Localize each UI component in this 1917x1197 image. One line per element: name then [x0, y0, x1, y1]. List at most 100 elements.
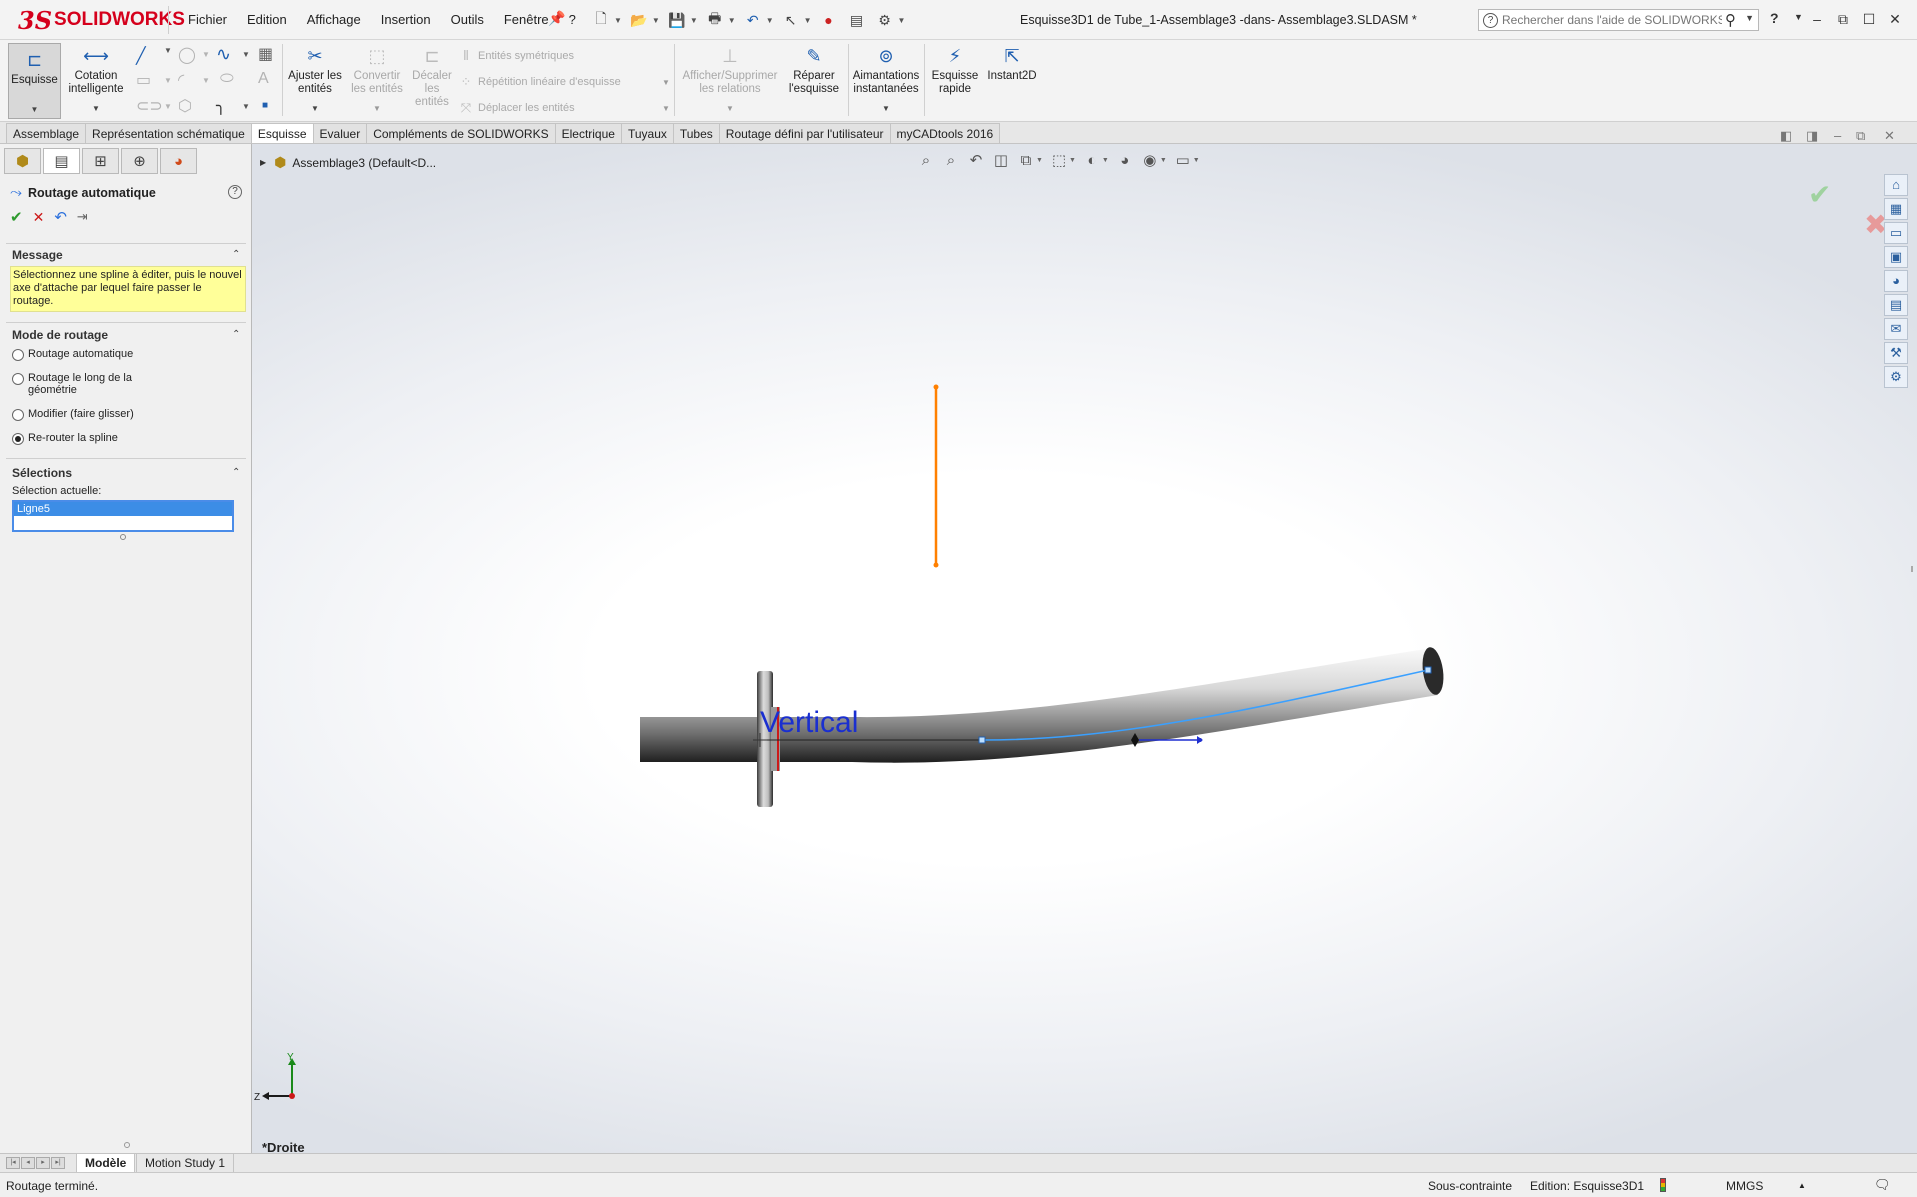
fillet-icon[interactable]: ╮	[216, 96, 226, 116]
selection-item[interactable]: Ligne5	[14, 502, 232, 516]
radio-button-selected[interactable]	[12, 433, 24, 445]
panel-resize-grip-icon[interactable]	[124, 1142, 130, 1148]
spline-endpoint[interactable]	[1424, 666, 1432, 674]
maximize-icon[interactable]: ☐	[1858, 8, 1880, 30]
featuremanager-tab-icon[interactable]: ⬢	[4, 148, 41, 174]
solidworks-logo[interactable]: 3S SOLIDWORKS	[18, 4, 185, 36]
current-selection-list[interactable]: Ligne5	[12, 500, 234, 532]
chevron-down-icon[interactable]: ▼	[1160, 157, 1167, 164]
save-icon[interactable]: 💾	[666, 9, 688, 31]
deplacer-entites-button[interactable]: ⤧ Déplacer les entités	[458, 100, 575, 116]
tab-complements[interactable]: Compléments de SOLIDWORKS	[366, 123, 556, 143]
chevron-down-icon[interactable]: ▼	[66, 102, 126, 115]
doc-minimize-icon[interactable]: –	[1834, 128, 1841, 143]
chevron-down-icon[interactable]: ▼	[662, 78, 670, 87]
view-orientation-icon[interactable]: ⬚	[1050, 151, 1068, 169]
chevron-down-icon[interactable]: ▼	[614, 16, 622, 25]
next-tab-icon[interactable]: ▸	[36, 1157, 50, 1169]
displaymanager-tab-icon[interactable]: ◕	[160, 148, 197, 174]
appearances-icon[interactable]: ◕	[1884, 270, 1908, 292]
radio-button[interactable]	[12, 373, 24, 385]
chevron-down-icon[interactable]: ▼	[286, 102, 344, 115]
tab-representation-schematique[interactable]: Représentation schématique	[85, 123, 252, 143]
chevron-up-icon[interactable]: ⌃	[232, 329, 240, 340]
spline-point[interactable]	[978, 736, 986, 744]
chat-bubble-icon[interactable]: 🗨	[1874, 1177, 1891, 1193]
menu-edition[interactable]: Edition	[237, 10, 297, 30]
tab-esquisse[interactable]: Esquisse	[250, 123, 314, 143]
forum-icon[interactable]: ✉	[1884, 318, 1908, 340]
menu-outils[interactable]: Outils	[441, 10, 494, 30]
text-a-icon[interactable]: A	[258, 70, 269, 88]
selections-group-title[interactable]: Sélections	[12, 466, 72, 480]
chevron-down-icon[interactable]: ▼	[680, 102, 780, 115]
addin-icon[interactable]: ⚙	[1884, 366, 1908, 388]
tab-modele[interactable]: Modèle	[76, 1154, 136, 1172]
polygon-icon[interactable]: ⬡	[178, 96, 192, 116]
chevron-down-icon[interactable]: ▼	[164, 46, 172, 55]
repetition-lineaire-button[interactable]: ⁘ Répétition linéaire d'esquisse	[458, 74, 621, 90]
chevron-down-icon[interactable]: ▼	[9, 103, 60, 116]
ajuster-entites-button[interactable]: ✂ Ajuster les entités ▼	[286, 44, 344, 115]
esquisse-button[interactable]: ⊏ Esquisse ▼	[8, 43, 61, 119]
radio-button[interactable]	[12, 409, 24, 421]
afficher-supprimer-relations-button[interactable]: ⊥ Afficher/Supprimer les relations ▼	[680, 44, 780, 115]
tile-left-icon[interactable]: ◧	[1780, 128, 1792, 144]
ok-check-icon[interactable]: ✔	[10, 208, 23, 226]
display-style-icon[interactable]: ◐	[1083, 152, 1101, 169]
arc-icon[interactable]: ◜	[178, 70, 184, 90]
aimantations-instantanees-button[interactable]: ⊚ Aimantations instantanées ▼	[852, 44, 920, 115]
chevron-down-icon[interactable]: ▼	[898, 16, 906, 25]
tab-evaluer[interactable]: Evaluer	[312, 123, 368, 143]
propertymanager-tab-icon[interactable]: ▤	[43, 148, 80, 174]
tile-right-icon[interactable]: ◨	[1806, 128, 1818, 144]
line-endpoint[interactable]	[933, 384, 939, 390]
dynamic-annotation-icon[interactable]: ⧉	[1017, 152, 1035, 169]
radio-rerouter-spline[interactable]: Re-router la spline	[12, 432, 118, 445]
chevron-down-icon[interactable]: ▼	[202, 76, 210, 85]
toolbox-icon[interactable]: ⚒	[1884, 342, 1908, 364]
tree-root-label[interactable]: Assemblage3 (Default<D...	[292, 156, 436, 170]
tab-motion-study[interactable]: Motion Study 1	[136, 1154, 235, 1172]
feature-tree-flyout[interactable]: ▶ ⬢ Assemblage3 (Default<D...	[260, 154, 436, 171]
line-endpoint[interactable]	[933, 562, 939, 568]
entites-symetriques-button[interactable]: ⫴ Entités symétriques	[458, 48, 574, 64]
ellipse-icon[interactable]: ⬭	[220, 70, 234, 88]
tangent-endpoint[interactable]	[1198, 738, 1202, 742]
first-tab-icon[interactable]: |◂	[6, 1157, 20, 1169]
esquisse-rapide-button[interactable]: ⚡ Esquisse rapide	[928, 44, 982, 96]
hide-show-items-icon[interactable]: ◕	[1116, 152, 1134, 169]
status-units[interactable]: MMGS	[1726, 1179, 1763, 1193]
tab-tubes[interactable]: Tubes	[672, 123, 720, 143]
select-arrow-icon[interactable]: ↖	[780, 9, 802, 31]
undo-icon[interactable]: ↶	[54, 208, 67, 226]
resize-grip-icon[interactable]	[120, 534, 126, 540]
chevron-down-icon[interactable]: ▼	[852, 102, 920, 115]
circle-icon[interactable]: ◯	[178, 45, 196, 65]
print-icon[interactable]: 🖶	[704, 9, 726, 31]
radio-modifier-glisser[interactable]: Modifier (faire glisser)	[12, 408, 134, 421]
spline-icon[interactable]: ∿	[216, 44, 231, 65]
viewport-canvas[interactable]: Vertical Y Z	[252, 144, 1917, 1153]
chevron-up-icon[interactable]: ▲	[1798, 1181, 1806, 1190]
options-gear-icon[interactable]: ⚙	[874, 9, 896, 31]
chevron-down-icon[interactable]: ▼	[1794, 12, 1803, 22]
instant2d-button[interactable]: ⇱ Instant2D	[984, 44, 1040, 83]
radio-routage-automatique[interactable]: Routage automatique	[12, 348, 133, 361]
tab-tuyaux[interactable]: Tuyaux	[620, 123, 674, 143]
radio-button[interactable]	[12, 349, 24, 361]
cotation-intelligente-button[interactable]: ⟷ Cotation intelligente ▼	[66, 44, 126, 115]
confirmation-ok-icon[interactable]: ✔	[1808, 178, 1831, 211]
home-icon[interactable]: ⌂	[1884, 174, 1908, 196]
vertical-relation-label[interactable]: Vertical	[760, 706, 858, 739]
chevron-down-icon[interactable]: ▼	[662, 104, 670, 113]
tile-windows-icon[interactable]: ⧉	[1832, 8, 1854, 30]
keep-visible-pin-icon[interactable]: ⇥	[77, 209, 88, 225]
tab-electrique[interactable]: Electrique	[554, 123, 622, 143]
rebuild-status-icon[interactable]	[1660, 1178, 1666, 1192]
tab-assemblage[interactable]: Assemblage	[6, 123, 87, 143]
new-document-icon[interactable]: 🗋	[590, 9, 612, 31]
convertir-entites-button[interactable]: ⬚ Convertir les entités ▼	[348, 44, 406, 115]
graphics-area[interactable]: Vertical Y Z ▶ ⬢ Assemblage3 (Default<D.…	[252, 144, 1917, 1153]
chevron-down-icon[interactable]: ▼	[1069, 157, 1076, 164]
